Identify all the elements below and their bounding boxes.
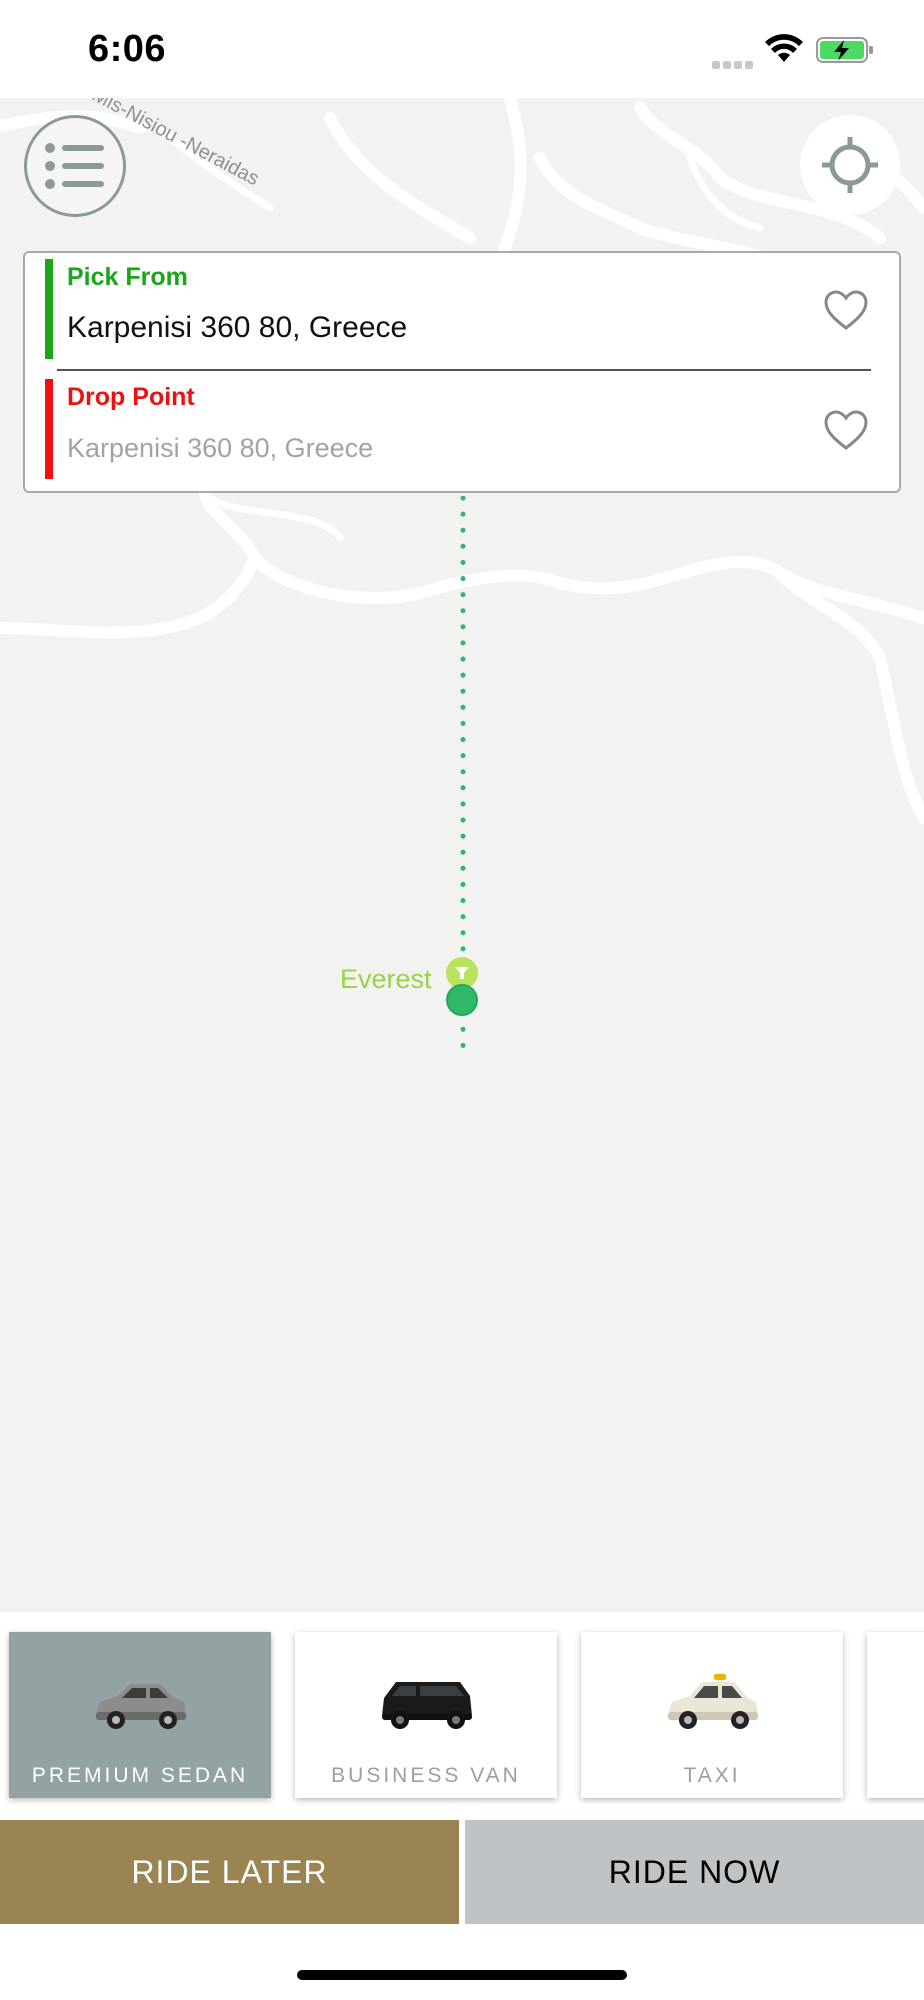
dropoff-label: Drop Point xyxy=(67,383,195,411)
vehicle-label: TAXI xyxy=(683,1764,741,1787)
van-icon xyxy=(382,1682,472,1729)
pickup-address[interactable]: Karpenisi 360 80, Greece xyxy=(67,311,407,345)
dropoff-row[interactable]: Drop Point Karpenisi 360 80, Greece xyxy=(25,373,899,491)
poi-label: Everest xyxy=(340,964,432,994)
address-card: Pick From Karpenisi 360 80, Greece Drop … xyxy=(23,251,901,493)
sedan-car-icon xyxy=(96,1684,186,1729)
taxi-car-icon xyxy=(668,1674,758,1729)
battery-charging-icon xyxy=(816,37,873,63)
locate-me-button[interactable] xyxy=(800,115,900,215)
vehicle-option-more[interactable] xyxy=(867,1632,924,1798)
dropoff-accent-bar xyxy=(45,379,53,479)
vehicle-option-taxi[interactable]: TAXI xyxy=(581,1632,843,1798)
pickup-accent-bar xyxy=(45,259,53,359)
map-view[interactable]: Mis-Nisiou -Neraidas Pick From Karpenisi… xyxy=(0,98,924,1612)
vehicle-selector: PREMIUM SEDAN BUSINESS VAN TAXI xyxy=(0,1612,924,1820)
cellular-signal-icon xyxy=(712,56,756,69)
status-time: 6:06 xyxy=(88,28,167,70)
vehicle-label: BUSINESS VAN xyxy=(331,1764,521,1787)
pickup-label: Pick From xyxy=(67,263,188,291)
favorite-dropoff-heart-icon[interactable] xyxy=(823,409,869,451)
list-menu-icon xyxy=(45,143,104,189)
vehicle-label: PREMIUM SEDAN xyxy=(31,1764,249,1787)
dropoff-address[interactable]: Karpenisi 360 80, Greece xyxy=(67,433,373,464)
pickup-row[interactable]: Pick From Karpenisi 360 80, Greece xyxy=(25,253,899,371)
address-divider xyxy=(57,369,871,371)
ride-now-button[interactable]: RIDE NOW xyxy=(465,1820,924,1924)
current-location-dot xyxy=(446,984,478,1016)
ride-later-button[interactable]: RIDE LATER xyxy=(0,1820,459,1924)
home-indicator[interactable] xyxy=(297,1970,627,1980)
vehicle-option-premium-sedan[interactable]: PREMIUM SEDAN xyxy=(9,1632,271,1798)
status-bar: 6:06 xyxy=(0,0,924,98)
menu-button[interactable] xyxy=(24,115,126,217)
favorite-pickup-heart-icon[interactable] xyxy=(823,289,869,331)
vehicle-option-business-van[interactable]: BUSINESS VAN xyxy=(295,1632,557,1798)
wifi-icon xyxy=(765,34,803,62)
crosshair-location-icon xyxy=(822,137,878,193)
